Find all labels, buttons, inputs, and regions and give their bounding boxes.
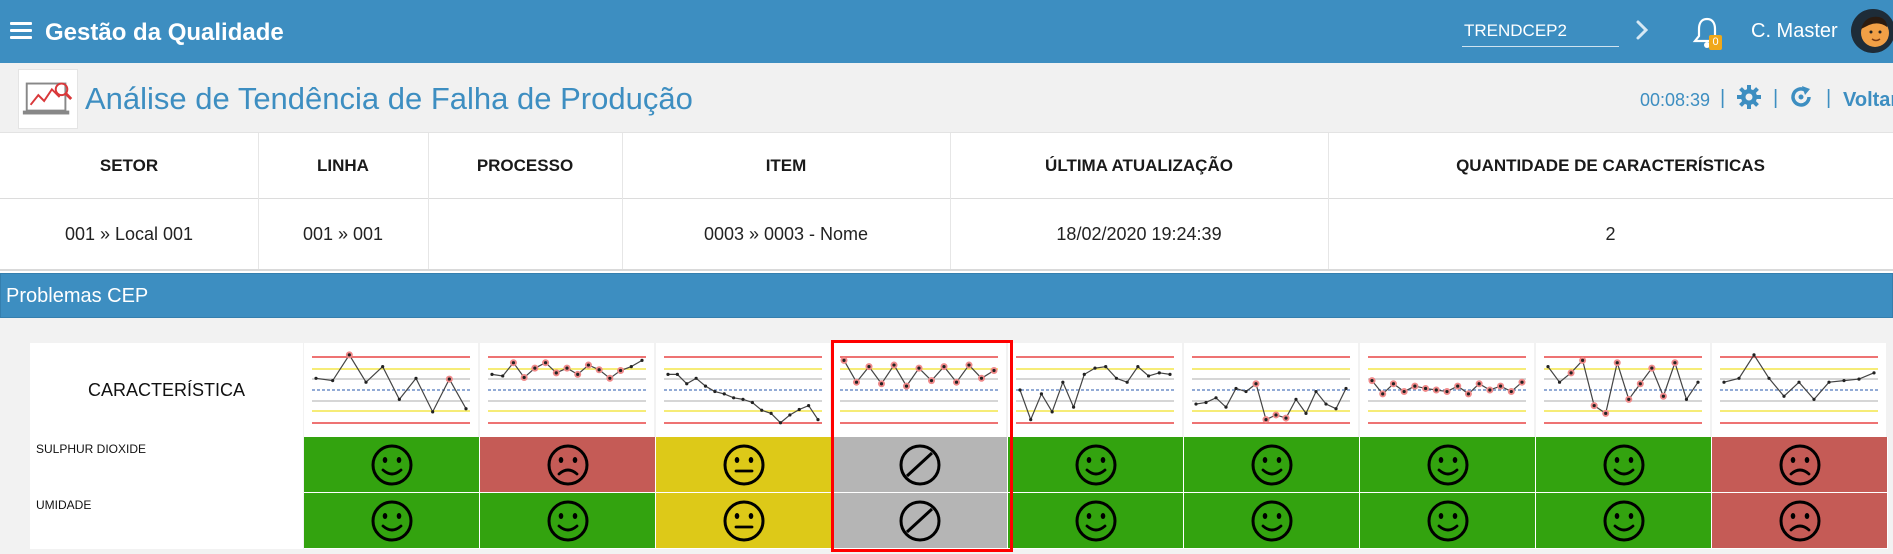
pattern-chart-stratification[interactable] bbox=[1360, 343, 1534, 437]
column-header-processo: PROCESSO bbox=[428, 133, 622, 199]
row-label: UMIDADE bbox=[30, 493, 303, 549]
status-cell-bad[interactable] bbox=[480, 437, 656, 493]
pattern-chart-alternating-points[interactable] bbox=[832, 343, 1006, 437]
status-cell-warn[interactable] bbox=[656, 437, 832, 493]
status-cell-ok[interactable] bbox=[304, 437, 480, 493]
status-cell-ok[interactable] bbox=[1360, 493, 1536, 549]
value-setor: 001 » Local 001 bbox=[64, 223, 194, 244]
smile-icon bbox=[1427, 444, 1468, 485]
column-header-setor: SETOR bbox=[0, 133, 258, 199]
control-chart-icon bbox=[664, 356, 822, 425]
status-cell-warn[interactable] bbox=[656, 493, 832, 549]
divider bbox=[1328, 133, 1329, 269]
row-label: SULPHUR DIOXIDE bbox=[30, 437, 303, 493]
divider bbox=[428, 133, 429, 269]
control-chart-icon bbox=[840, 356, 998, 424]
pattern-chart-mixture[interactable] bbox=[1536, 343, 1710, 437]
pattern-chart-points-near-center[interactable] bbox=[1008, 343, 1182, 437]
column-header-ultima-atualizacao: ÚLTIMA ATUALIZAÇÃO bbox=[950, 133, 1328, 199]
control-chart-icon bbox=[1192, 356, 1350, 424]
divider bbox=[622, 133, 623, 269]
value-item: 0003 » 0003 - Nome bbox=[703, 223, 869, 244]
value-processo bbox=[428, 199, 622, 269]
notifications-button[interactable]: 0 bbox=[1690, 15, 1724, 51]
status-cell-bad[interactable] bbox=[1712, 493, 1888, 549]
smile-icon bbox=[371, 444, 412, 485]
status-cell-ok[interactable] bbox=[1184, 493, 1360, 549]
page-title: Análise de Tendência de Falha de Produçã… bbox=[85, 81, 693, 116]
smile-icon bbox=[547, 500, 588, 541]
spc-problems-grid: CARACTERÍSTICA SULPHUR DIOXIDE UMIDADE bbox=[0, 318, 1893, 554]
smile-icon bbox=[1075, 500, 1116, 541]
divider bbox=[950, 133, 951, 269]
smile-icon bbox=[1075, 444, 1116, 485]
neutral-face-icon bbox=[723, 500, 764, 541]
gear-icon[interactable] bbox=[1736, 84, 1762, 110]
pattern-chart-run-above-center[interactable] bbox=[480, 343, 654, 437]
separator: | bbox=[1720, 87, 1726, 109]
refresh-icon[interactable] bbox=[1788, 84, 1814, 110]
smile-icon bbox=[371, 500, 412, 541]
status-cell-ok[interactable] bbox=[304, 493, 480, 549]
session-timer: 00:08:39 bbox=[1640, 90, 1711, 110]
neutral-face-icon bbox=[723, 444, 764, 485]
column-header-item: ITEM bbox=[622, 133, 950, 199]
smile-icon bbox=[1603, 444, 1644, 485]
frown-icon bbox=[1779, 500, 1820, 541]
status-cell-ok[interactable] bbox=[1536, 493, 1712, 549]
column-header-linha: LINHA bbox=[258, 133, 428, 199]
control-chart-icon bbox=[312, 351, 470, 424]
smile-icon bbox=[1251, 444, 1292, 485]
avatar[interactable] bbox=[1851, 9, 1893, 53]
app-title: Gestão da Qualidade bbox=[45, 19, 284, 46]
frown-icon bbox=[547, 444, 588, 485]
smile-icon bbox=[1251, 500, 1292, 541]
separator: | bbox=[1773, 87, 1779, 109]
pattern-chart-points-beyond-2-sigma[interactable] bbox=[1184, 343, 1358, 437]
not-applicable-icon bbox=[899, 500, 940, 541]
section-title: Problemas CEP bbox=[6, 285, 149, 307]
smile-icon bbox=[1427, 500, 1468, 541]
column-header-quantidade: QUANTIDADE DE CARACTERÍSTICAS bbox=[1328, 133, 1893, 199]
control-chart-icon bbox=[1016, 356, 1174, 424]
section-header: Problemas CEP bbox=[0, 273, 1893, 318]
not-applicable-icon bbox=[899, 444, 940, 485]
status-cell-ok[interactable] bbox=[1008, 493, 1184, 549]
value-quantidade: 2 bbox=[1605, 223, 1616, 244]
frown-icon bbox=[1779, 444, 1820, 485]
pattern-chart-point-beyond-limits-single[interactable] bbox=[1712, 343, 1886, 437]
status-cell-bad[interactable] bbox=[1712, 437, 1888, 493]
module-code-input[interactable] bbox=[1462, 15, 1619, 47]
divider bbox=[258, 133, 259, 269]
info-table: SETOR LINHA PROCESSO ITEM ÚLTIMA ATUALIZ… bbox=[0, 133, 1893, 271]
status-cell-na[interactable] bbox=[832, 493, 1008, 549]
control-chart-icon bbox=[488, 356, 646, 424]
user-avatar-icon bbox=[1851, 9, 1893, 53]
status-cell-ok[interactable] bbox=[480, 493, 656, 549]
chevron-right-icon[interactable] bbox=[1632, 16, 1652, 44]
pattern-chart-point-beyond-limits[interactable] bbox=[304, 343, 478, 437]
trend-chart-icon bbox=[18, 69, 78, 129]
characteristic-header: CARACTERÍSTICA bbox=[30, 343, 303, 437]
notification-badge: 0 bbox=[1709, 35, 1722, 50]
control-chart-icon bbox=[1368, 356, 1526, 424]
back-link[interactable]: Voltar bbox=[1843, 89, 1893, 112]
user-name[interactable]: C. Master bbox=[1751, 20, 1838, 43]
control-chart-icon bbox=[1544, 356, 1702, 424]
pattern-chart-upward-trend[interactable] bbox=[656, 343, 830, 437]
title-bar: Análise de Tendência de Falha de Produçã… bbox=[0, 63, 1893, 133]
status-cell-ok[interactable] bbox=[1360, 437, 1536, 493]
value-linha: 001 » 001 bbox=[302, 223, 384, 244]
top-navbar: Gestão da Qualidade 0 C. Master bbox=[0, 0, 1893, 63]
menu-icon[interactable] bbox=[10, 22, 32, 40]
value-ultima-atualizacao: 18/02/2020 19:24:39 bbox=[1056, 223, 1222, 244]
separator: | bbox=[1826, 87, 1832, 109]
status-cell-ok[interactable] bbox=[1008, 437, 1184, 493]
control-chart-icon bbox=[1720, 353, 1878, 424]
status-cell-ok[interactable] bbox=[1184, 437, 1360, 493]
smile-icon bbox=[1603, 500, 1644, 541]
status-cell-ok[interactable] bbox=[1536, 437, 1712, 493]
status-cell-na[interactable] bbox=[832, 437, 1008, 493]
